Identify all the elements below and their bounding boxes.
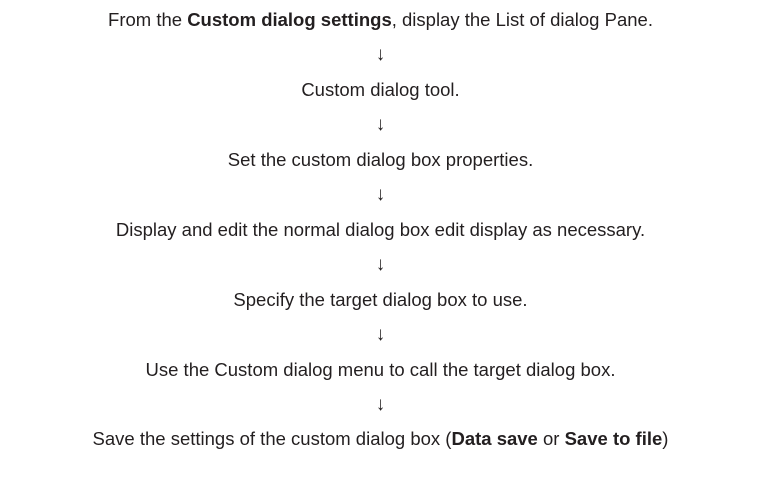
step-1-pre: From the <box>108 9 188 30</box>
step-4: Display and edit the normal dialog box e… <box>115 219 646 240</box>
step-5: Specify the target dialog box to use. <box>233 289 528 310</box>
step-7-mid: or <box>537 428 565 449</box>
step-7-bold-data-save: Data save <box>451 428 538 449</box>
step-1: From the Custom dialog settings, display… <box>0 9 761 31</box>
down-arrow-icon: ↓ <box>375 324 386 345</box>
step-7: Save the settings of the custom dialog b… <box>0 428 761 450</box>
down-arrow-icon: ↓ <box>375 394 386 415</box>
down-arrow-icon: ↓ <box>375 254 386 275</box>
step-7-post: ) <box>662 428 669 449</box>
step-7-pre: Save the settings of the custom dialog b… <box>92 428 452 449</box>
step-1-post: , display the List of dialog Pane. <box>391 9 653 30</box>
step-3: Set the custom dialog box properties. <box>227 149 534 170</box>
flow-diagram: From the Custom dialog settings, display… <box>0 0 761 488</box>
down-arrow-icon: ↓ <box>375 44 386 65</box>
step-7-bold-save-to-file: Save to file <box>564 428 663 449</box>
step-1-bold: Custom dialog settings <box>187 9 392 30</box>
down-arrow-icon: ↓ <box>375 184 386 205</box>
step-2: Custom dialog tool. <box>301 79 460 100</box>
down-arrow-icon: ↓ <box>375 114 386 135</box>
step-6: Use the Custom dialog menu to call the t… <box>145 359 616 380</box>
